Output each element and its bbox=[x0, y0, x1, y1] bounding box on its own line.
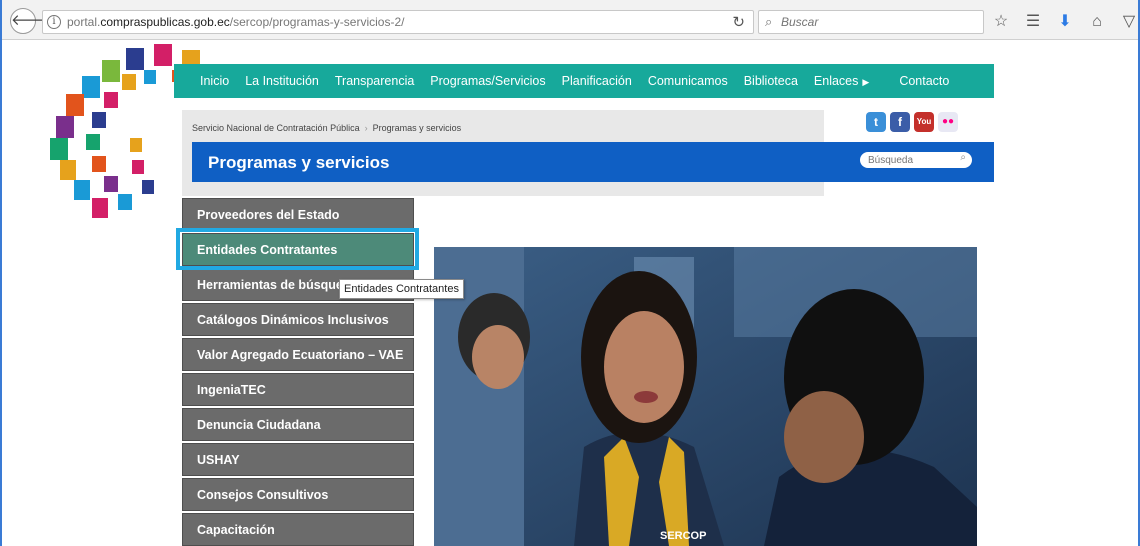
address-bar[interactable]: i portal.compraspublicas.gob.ec/sercop/p… bbox=[42, 10, 754, 34]
browser-window: 🡐 i portal.compraspublicas.gob.ec/sercop… bbox=[0, 0, 1140, 546]
download-icon[interactable]: ⬇ bbox=[1056, 12, 1074, 32]
social-links: t f You Tube ●● bbox=[866, 112, 958, 146]
toolbar-icons: ☆ ☰ ⬇ ⌂ ▽ bbox=[992, 10, 1138, 34]
browser-toolbar: 🡐 i portal.compraspublicas.gob.ec/sercop… bbox=[2, 0, 1138, 40]
facebook-icon[interactable]: f bbox=[890, 112, 910, 132]
url-text[interactable]: portal.compraspublicas.gob.ec/sercop/pro… bbox=[67, 15, 404, 29]
sidebar-item-consejos[interactable]: Consejos Consultivos bbox=[182, 478, 414, 511]
sidebar-item-vae[interactable]: Valor Agregado Ecuatoriano – VAE bbox=[182, 338, 414, 371]
pocket-icon[interactable]: ▽ bbox=[1120, 12, 1138, 32]
search-icon: ⌕ bbox=[765, 14, 773, 29]
nav-inicio[interactable]: Inicio bbox=[200, 74, 229, 88]
nav-comunicamos[interactable]: Comunicamos bbox=[648, 74, 728, 88]
breadcrumb: Servicio Nacional de Contratación Públic… bbox=[192, 123, 461, 133]
browser-search-box[interactable]: ⌕ bbox=[758, 10, 984, 34]
chevron-right-icon: ▶ bbox=[862, 77, 870, 87]
nav-planificacion[interactable]: Planificación bbox=[562, 74, 632, 88]
youtube-icon[interactable]: You Tube bbox=[914, 112, 934, 146]
sidebar-menu: Proveedores del Estado Entidades Contrat… bbox=[182, 198, 414, 546]
breadcrumb-separator: › bbox=[364, 123, 368, 133]
sidebar-item-entidades-contratantes[interactable]: Entidades Contratantes bbox=[182, 233, 414, 266]
nav-programas-servicios[interactable]: Programas/Servicios bbox=[430, 74, 545, 88]
sidebar-item-ushay[interactable]: USHAY bbox=[182, 443, 414, 476]
breadcrumb-current: Programas y servicios bbox=[372, 123, 462, 133]
nav-transparencia[interactable]: Transparencia bbox=[335, 74, 414, 88]
twitter-icon[interactable]: t bbox=[866, 112, 886, 132]
page-title-bar: Programas y servicios ⌕ bbox=[192, 142, 994, 182]
sidebar-item-ingeniatec[interactable]: IngeniaTEC bbox=[182, 373, 414, 406]
back-arrow-icon[interactable]: 🡐 bbox=[10, 8, 51, 34]
sidebar-item-catalogos[interactable]: Catálogos Dinámicos Inclusivos bbox=[182, 303, 414, 336]
sercop-badge: SERCOP bbox=[660, 530, 706, 542]
bookmark-star-icon[interactable]: ☆ bbox=[992, 12, 1010, 32]
sidebar-item-denuncia[interactable]: Denuncia Ciudadana bbox=[182, 408, 414, 441]
browser-search-input[interactable] bbox=[781, 14, 971, 30]
sidebar-item-capacitacion[interactable]: Capacitación bbox=[182, 513, 414, 546]
nav-enlaces-label: Enlaces bbox=[813, 74, 859, 88]
page-search-box[interactable]: ⌕ bbox=[860, 152, 972, 168]
flickr-icon[interactable]: ●● bbox=[938, 112, 958, 132]
nav-biblioteca[interactable]: Biblioteca bbox=[744, 74, 798, 88]
main-navigation: Inicio La Institución Transparencia Prog… bbox=[174, 64, 994, 98]
breadcrumb-root-link[interactable]: Servicio Nacional de Contratación Públic… bbox=[192, 123, 360, 133]
nav-contacto[interactable]: Contacto bbox=[899, 74, 949, 88]
page-title: Programas y servicios bbox=[208, 153, 390, 172]
reading-list-icon[interactable]: ☰ bbox=[1024, 12, 1042, 32]
search-icon[interactable]: ⌕ bbox=[960, 152, 966, 163]
nav-la-institucion[interactable]: La Institución bbox=[245, 74, 319, 88]
page-search-input[interactable] bbox=[868, 153, 952, 167]
nav-enlaces[interactable]: Enlaces ▶ bbox=[814, 74, 869, 88]
info-icon[interactable]: i bbox=[47, 15, 61, 29]
tooltip: Entidades Contratantes bbox=[339, 279, 464, 299]
home-icon[interactable]: ⌂ bbox=[1088, 12, 1106, 32]
reload-icon[interactable]: ↻ bbox=[732, 13, 745, 31]
sidebar-item-proveedores[interactable]: Proveedores del Estado bbox=[182, 198, 414, 231]
hero-photo: SERCOP bbox=[434, 247, 977, 546]
